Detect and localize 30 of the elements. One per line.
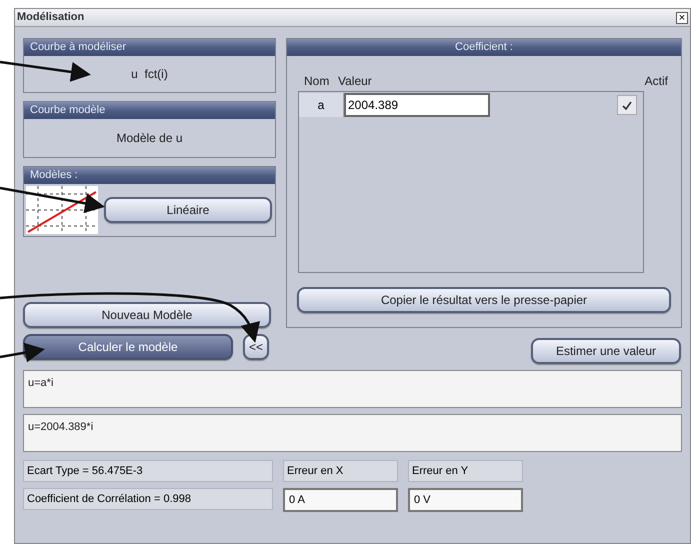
- coefficient-value-field[interactable]: 2004.389: [344, 93, 490, 117]
- column-header: Nom: [303, 73, 330, 90]
- result-equation-field[interactable]: u=2004.389*i: [23, 414, 682, 452]
- error-y-label: Erreur en Y: [408, 460, 523, 482]
- group-header: Courbe à modéliser: [24, 39, 275, 56]
- collapse-button[interactable]: <<: [243, 334, 269, 360]
- close-button[interactable]: ×: [676, 12, 688, 24]
- window-title: Modélisation: [17, 10, 84, 26]
- linear-button[interactable]: Linéaire: [104, 197, 272, 223]
- correlation-label: Coefficient de Corrélation = 0.998: [23, 488, 273, 510]
- column-header: Valeur: [338, 73, 373, 90]
- error-x-field[interactable]: 0 A: [283, 488, 398, 512]
- error-x-label: Erreur en X: [283, 460, 398, 482]
- curve-label: u fct(i): [131, 66, 168, 83]
- model-equation-field[interactable]: u=a*i: [23, 370, 682, 408]
- group-header: Courbe modèle: [24, 102, 275, 119]
- estimate-button[interactable]: Estimer une valeur: [531, 338, 681, 364]
- linear-graph-icon: [26, 186, 98, 234]
- check-icon: [622, 100, 632, 110]
- model-button[interactable]: Calculer le modèle: [23, 334, 233, 360]
- group-header: Coefficient :: [287, 39, 681, 56]
- active-checkbox[interactable]: [617, 95, 637, 115]
- model-curve-label: Modèle de u: [116, 130, 183, 147]
- copy-button[interactable]: Copier le résultat vers le presse-papier: [297, 287, 671, 313]
- column-header: Actif: [644, 73, 669, 90]
- error-y-field[interactable]: 0 V: [408, 488, 523, 512]
- group-header: Modèles :: [24, 167, 275, 184]
- model-button[interactable]: Nouveau Modèle: [23, 302, 271, 328]
- standard-deviation-label: Ecart Type = 56.475E-3: [23, 460, 273, 482]
- coefficient-name: a: [299, 93, 344, 117]
